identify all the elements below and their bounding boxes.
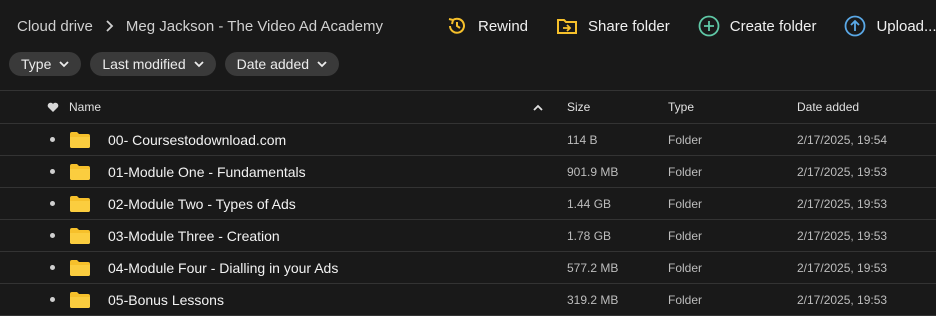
row-dot-icon [50,252,55,283]
filter-bar: Type Last modified Date added [9,52,348,76]
row-type: Folder [668,132,703,147]
breadcrumb-current: Meg Jackson - The Video Ad Academy [125,18,383,35]
folder-icon [70,220,90,251]
breadcrumb-root[interactable]: Cloud drive [17,18,93,35]
plus-circle-icon [698,15,720,37]
table-row[interactable]: 02-Module Two - Types of Ads 1.44 GB Fol… [0,188,936,220]
filter-last-modified[interactable]: Last modified [90,52,216,76]
filter-type[interactable]: Type [9,52,82,76]
row-dot-icon [50,124,55,155]
column-header-date-added[interactable]: Date added [797,91,859,123]
row-date-added: 2/17/2025, 19:53 [797,196,888,211]
folder-icon [70,124,90,155]
row-date-added: 2/17/2025, 19:53 [797,164,888,179]
create-folder-button[interactable]: Create folder [698,15,817,37]
file-table: Name Size Type Date added 00- Coursestod… [0,90,936,316]
filter-date-added-label: Date added [236,56,310,72]
column-header-name[interactable]: Name [69,91,101,123]
row-type: Folder [668,292,703,307]
folder-icon [70,252,90,283]
row-dot-icon [50,156,55,187]
upload-label: Upload... [876,17,936,35]
row-name[interactable]: 00- Coursestodownload.com [108,124,286,155]
row-date-added: 2/17/2025, 19:54 [797,132,888,147]
top-bar: Cloud drive Meg Jackson - The Video Ad A… [0,0,936,76]
table-row[interactable]: 04-Module Four - Dialling in your Ads 57… [0,252,936,284]
filter-date-added[interactable]: Date added [224,52,340,76]
rewind-label: Rewind [478,17,529,35]
share-folder-icon [556,15,578,37]
row-date-added: 2/17/2025, 19:53 [797,228,888,243]
rewind-clock-icon [446,15,468,37]
row-size: 319.2 MB [567,292,619,307]
chevron-right-icon [105,19,114,35]
chevron-up-icon[interactable] [533,91,543,123]
row-size: 577.2 MB [567,260,619,275]
row-name[interactable]: 04-Module Four - Dialling in your Ads [108,252,338,283]
column-header-type[interactable]: Type [668,91,694,123]
upload-button[interactable]: Upload... [844,15,936,37]
row-size: 114 B [567,132,598,147]
table-row[interactable]: 05-Bonus Lessons 319.2 MB Folder 2/17/20… [0,284,936,316]
row-name[interactable]: 05-Bonus Lessons [108,284,224,315]
upload-arrow-circle-icon [844,15,866,37]
row-size: 1.78 GB [567,228,612,243]
share-folder-label: Share folder [588,17,670,35]
rewind-button[interactable]: Rewind [446,15,528,37]
folder-icon [70,188,90,219]
share-folder-button[interactable]: Share folder [556,15,670,37]
row-type: Folder [668,164,703,179]
row-type: Folder [668,228,703,243]
table-row[interactable]: 01-Module One - Fundamentals 901.9 MB Fo… [0,156,936,188]
row-type: Folder [668,260,703,275]
folder-icon [70,156,90,187]
create-folder-label: Create folder [729,17,817,35]
breadcrumb: Cloud drive Meg Jackson - The Video Ad A… [17,18,383,35]
row-dot-icon [50,188,55,219]
row-dot-icon [50,284,55,315]
row-dot-icon [50,220,55,251]
toolbar-actions: Rewind Share folder Create folder Upload… [446,15,936,37]
row-date-added: 2/17/2025, 19:53 [797,260,888,275]
filter-type-label: Type [21,56,52,72]
heart-icon[interactable] [47,91,61,123]
chevron-down-icon [59,59,69,69]
row-size: 1.44 GB [567,196,612,211]
row-name[interactable]: 03-Module Three - Creation [108,220,280,251]
row-date-added: 2/17/2025, 19:53 [797,292,888,307]
filter-last-modified-label: Last modified [102,56,186,72]
chevron-down-icon [194,59,204,69]
row-size: 901.9 MB [567,164,619,179]
folder-icon [70,284,90,315]
row-name[interactable]: 01-Module One - Fundamentals [108,156,306,187]
row-type: Folder [668,196,703,211]
row-name[interactable]: 02-Module Two - Types of Ads [108,188,296,219]
table-header: Name Size Type Date added [0,90,936,124]
table-row[interactable]: 03-Module Three - Creation 1.78 GB Folde… [0,220,936,252]
table-body: 00- Coursestodownload.com 114 B Folder 2… [0,124,936,316]
chevron-down-icon [317,59,327,69]
table-row[interactable]: 00- Coursestodownload.com 114 B Folder 2… [0,124,936,156]
column-header-size[interactable]: Size [567,91,590,123]
